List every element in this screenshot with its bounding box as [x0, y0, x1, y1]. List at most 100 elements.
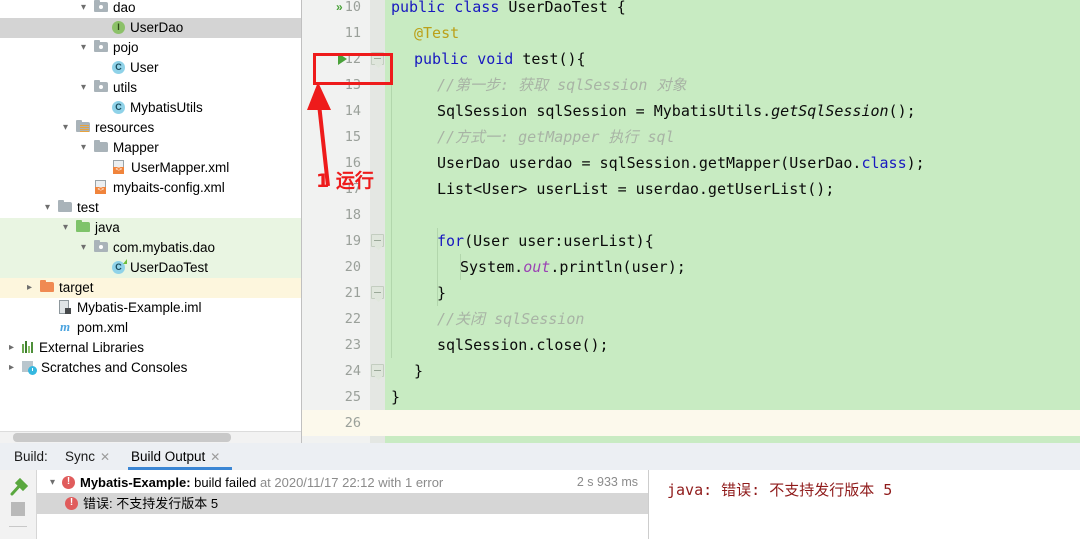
close-icon[interactable]: ✕ [210, 450, 220, 464]
tree-item-user[interactable]: ▸ C User [0, 58, 301, 78]
tree-item-external-libraries[interactable]: ▸ External Libraries [0, 338, 301, 358]
twisty-spacer: ▸ [96, 18, 107, 38]
tree-item-mybaits-config-xml[interactable]: ▸<> mybaits-config.xml [0, 178, 301, 198]
tree-item-label: External Libraries [39, 340, 145, 355]
tree-item-userdao[interactable]: ▸ I UserDao [0, 18, 301, 38]
scratches-icon [21, 359, 37, 375]
code-line[interactable]: for(User user:userList){ [437, 228, 654, 254]
tree-item-userdaotest[interactable]: ▸ CUserDaoTest [0, 258, 301, 278]
code-line[interactable]: List<User> userList = userdao.getUserLis… [437, 176, 834, 202]
scrollbar-thumb[interactable] [13, 433, 231, 442]
tree-item-target[interactable]: ▸ target [0, 278, 301, 298]
error-icon [65, 496, 78, 510]
build-message-row[interactable]: ▾ Mybatis-Example: build failed at 2020/1… [37, 472, 648, 493]
line-number: 20 [344, 259, 361, 275]
code-fold-marker[interactable] [371, 234, 384, 250]
tree-item-scratches-and-consoles[interactable]: ▸ Scratches and Consoles [0, 358, 301, 378]
build-tool-window[interactable]: Build: Sync ✕ Build Output ✕ ▾ Mybatis-Exam… [0, 443, 1080, 539]
build-message-row[interactable]: 错误: 不支持发行版本 5 [37, 493, 648, 514]
twisty-spacer: ▸ [42, 298, 53, 318]
chevron-down-icon[interactable]: ▾ [78, 238, 89, 258]
code-line[interactable]: } [414, 358, 423, 384]
code-token: @Test [414, 24, 460, 42]
code-line[interactable]: UserDao userdao = sqlSession.getMapper(U… [437, 150, 925, 176]
code-line[interactable]: @Test [414, 20, 459, 46]
chevron-down-icon[interactable]: ▾ [60, 118, 71, 138]
chevron-right-icon[interactable]: ▸ [24, 278, 35, 298]
code-token: getSqlSession [771, 102, 889, 120]
tree-item-pojo[interactable]: ▾ pojo [0, 38, 301, 58]
java-class-icon: C [112, 101, 125, 114]
code-line[interactable]: sqlSession.close(); [437, 332, 609, 358]
code-line[interactable]: public void test(){ [414, 46, 586, 72]
tree-item-resources[interactable]: ▾ resources [0, 118, 301, 138]
code-token: UserDao userdao = sqlSession.getMapper(U… [437, 154, 862, 172]
code-token: sqlSession.close(); [437, 336, 609, 354]
build-toolbar[interactable] [0, 470, 37, 539]
build-message-tree[interactable]: ▾ Mybatis-Example: build failed at 2020/1… [37, 470, 649, 539]
tree-item-mapper[interactable]: ▾ Mapper [0, 138, 301, 158]
tree-item-mybatis-example-iml[interactable]: ▸ Mybatis-Example.iml [0, 298, 301, 318]
tree-item-utils[interactable]: ▾ utils [0, 78, 301, 98]
line-number: 21 [344, 285, 361, 301]
code-line[interactable]: public class UserDaoTest { [391, 0, 626, 20]
code-token: out [523, 258, 551, 276]
chevron-down-icon[interactable]: ▾ [42, 198, 53, 218]
code-fold-marker[interactable] [371, 286, 384, 302]
tree-item-com-mybatis-dao[interactable]: ▾ com.mybatis.dao [0, 238, 301, 258]
tree-item-label: utils [113, 80, 138, 95]
tree-item-label: target [59, 280, 94, 295]
stop-button[interactable] [11, 502, 25, 516]
code-line[interactable]: SqlSession sqlSession = MybatisUtils.get… [437, 98, 916, 124]
project-tree-panel[interactable]: ▾ dao ▸ I UserDao ▾ pojo ▸ C User ▾ utils ▸ C MybatisU… [0, 0, 302, 443]
code-token: test(){ [522, 50, 586, 68]
chevron-down-icon[interactable]: ▾ [78, 138, 89, 158]
build-tab-bar[interactable]: Build: Sync ✕ Build Output ✕ [0, 443, 1080, 470]
tree-horizontal-scrollbar[interactable] [0, 431, 301, 443]
chevron-down-icon[interactable]: ▾ [47, 472, 58, 493]
code-token: UserDaoTest { [508, 0, 626, 16]
chevron-down-icon[interactable]: ▾ [78, 0, 89, 18]
indent-guide [391, 59, 392, 358]
code-line[interactable]: } [391, 384, 400, 410]
source-folder-icon [75, 219, 91, 235]
chevron-down-icon[interactable]: ▾ [78, 78, 89, 98]
tree-item-usermapper-xml[interactable]: ▸<> UserMapper.xml [0, 158, 301, 178]
build-hammer-icon[interactable] [9, 477, 29, 497]
chevron-right-icon[interactable]: ▸ [6, 338, 17, 358]
caret-line-highlight [385, 410, 1080, 436]
tree-item-label: java [95, 220, 120, 235]
code-token: //方式一: getMapper 执行 sql [437, 128, 675, 146]
code-line[interactable]: } [437, 280, 446, 306]
close-icon[interactable]: ✕ [100, 450, 110, 464]
code-editor[interactable]: public class UserDaoTest { @Test public vo… [302, 0, 1080, 443]
tab-build-output[interactable]: Build Output ✕ [131, 443, 220, 470]
indent-guide [460, 254, 461, 280]
line-number: 11 [344, 25, 361, 41]
chevron-down-icon[interactable]: ▾ [78, 38, 89, 58]
code-token: void [477, 50, 523, 68]
code-line[interactable]: //第一步: 获取 sqlSession 对象 [437, 72, 687, 98]
tree-item-dao[interactable]: ▾ dao [0, 0, 301, 18]
build-console-panel[interactable]: java: 错误: 不支持发行版本 5 [649, 470, 1080, 539]
annotation-label: 1 运行 [316, 170, 374, 192]
code-token: ); [906, 154, 925, 172]
toolbar-divider [9, 526, 27, 527]
tab-sync[interactable]: Sync ✕ [65, 443, 110, 470]
code-line[interactable]: System.out.println(user); [460, 254, 686, 280]
code-token: public [391, 0, 455, 16]
run-all-tests-icon[interactable]: » [336, 0, 350, 14]
tree-item-mybatisutils[interactable]: ▸ C MybatisUtils [0, 98, 301, 118]
tree-item-label: UserMapper.xml [131, 160, 230, 175]
code-line[interactable]: //方式一: getMapper 执行 sql [437, 124, 675, 150]
editor-code-area[interactable]: public class UserDaoTest { @Test public vo… [385, 0, 1080, 443]
tree-item-test[interactable]: ▾ test [0, 198, 301, 218]
tree-item-java[interactable]: ▾ java [0, 218, 301, 238]
tree-item-pom-xml[interactable]: ▸ m pom.xml [0, 318, 301, 338]
tree-item-label: UserDao [130, 20, 184, 35]
java-class-icon: C [112, 61, 125, 74]
code-fold-marker[interactable] [371, 364, 384, 380]
code-line[interactable]: //关闭 sqlSession [437, 306, 584, 332]
chevron-right-icon[interactable]: ▸ [6, 358, 17, 378]
chevron-down-icon[interactable]: ▾ [60, 218, 71, 238]
